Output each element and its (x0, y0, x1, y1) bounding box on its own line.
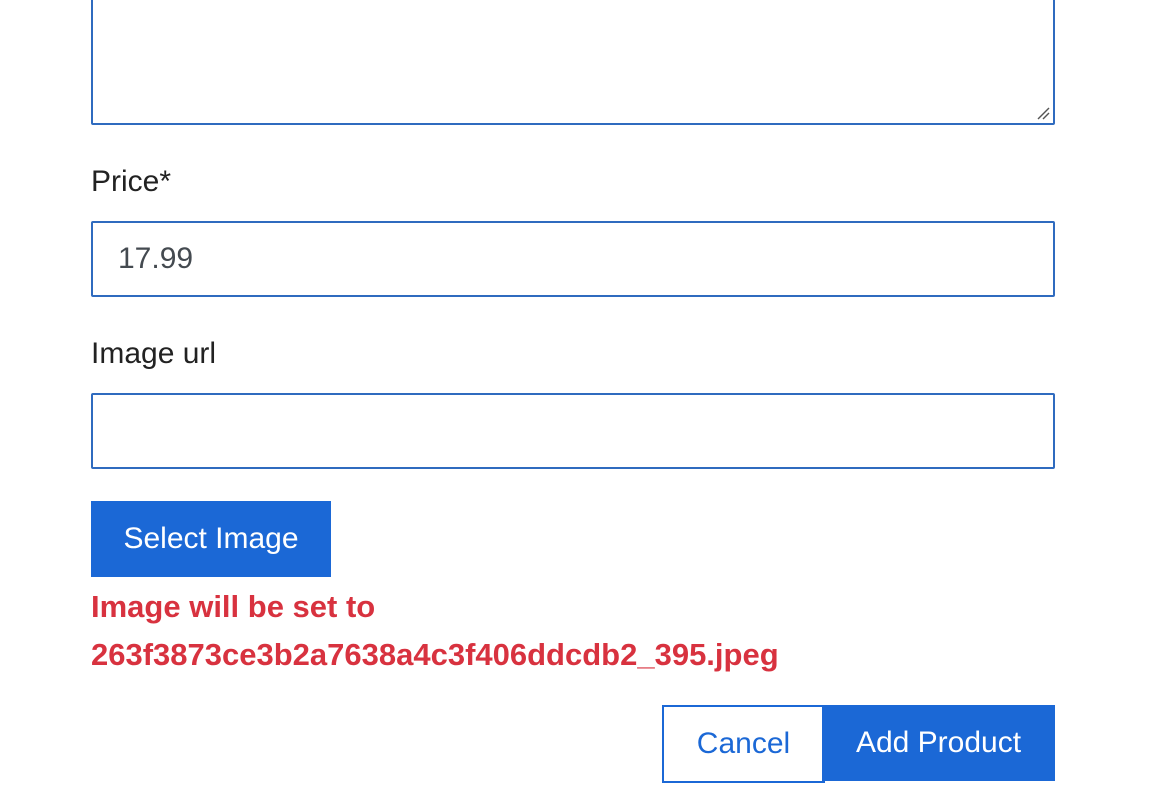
image-notice-filename: 263f3873ce3b2a7638a4c3f406ddcdb2_395.jpe… (91, 637, 779, 672)
description-textarea[interactable] (91, 0, 1055, 125)
price-field-wrapper (91, 221, 1055, 297)
resize-grip-icon[interactable] (1036, 106, 1050, 120)
price-input[interactable] (93, 223, 1053, 295)
add-product-button[interactable]: Add Product (822, 705, 1055, 781)
image-notice-line1: Image will be set to (91, 589, 376, 624)
image-url-field-wrapper (91, 393, 1055, 469)
select-image-button[interactable]: Select Image (91, 501, 331, 577)
image-url-label: Image url (91, 337, 217, 370)
cancel-button[interactable]: Cancel (662, 705, 825, 783)
image-url-input[interactable] (93, 395, 1053, 467)
image-notice: Image will be set to 263f3873ce3b2a7638a… (91, 583, 1055, 679)
price-label: Price* (91, 165, 172, 198)
